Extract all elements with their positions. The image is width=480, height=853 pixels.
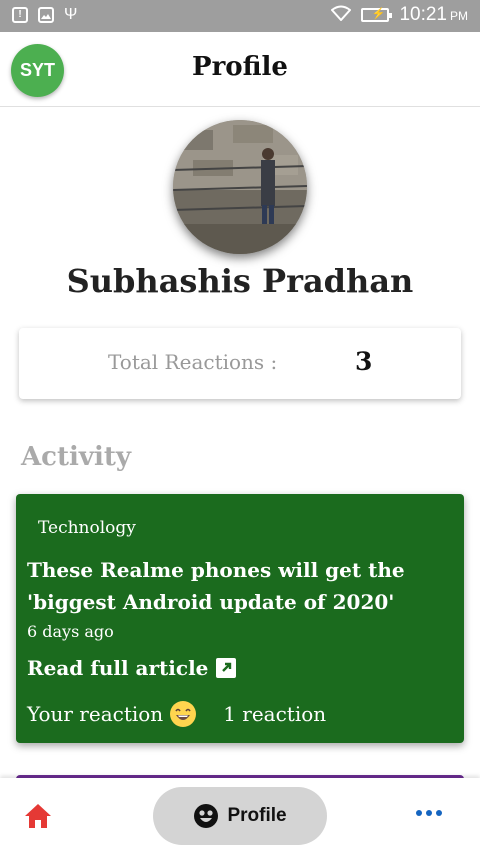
notification-icon: ! [12, 7, 28, 23]
article-headline[interactable]: These Realme phones will get the 'bigges… [27, 554, 452, 618]
status-bar: ! Ψ ⚡ 10:21 PM [0, 0, 480, 32]
image-icon [38, 7, 54, 23]
read-full-article-link[interactable]: Read full article [27, 656, 237, 680]
profile-tab[interactable]: Profile [153, 787, 327, 845]
read-full-article-label: Read full article [27, 656, 209, 680]
clock: 10:21 PM [399, 4, 468, 25]
user-name: Subhashis Pradhan [66, 262, 414, 300]
smiley-emoji-icon[interactable] [169, 700, 197, 728]
activity-article-card[interactable]: Technology These Realme phones will get … [16, 494, 464, 743]
reaction-row: Your reaction 1 reaction [27, 700, 326, 728]
your-reaction-label: Your reaction [27, 702, 164, 726]
page-title: Profile [192, 52, 288, 82]
profile-tab-label: Profile [227, 805, 287, 826]
external-link-icon [216, 658, 237, 678]
total-reactions-card: Total Reactions : 3 [19, 328, 461, 399]
profile-face-icon [193, 803, 219, 829]
profile-photo [173, 120, 307, 254]
activity-section-title: Activity [21, 442, 131, 472]
more-dots-icon[interactable] [416, 810, 442, 820]
total-reactions-label: Total Reactions : [108, 350, 278, 374]
usb-icon: Ψ [64, 6, 78, 23]
article-time-ago: 6 days ago [27, 622, 114, 641]
article-category: Technology [38, 518, 136, 538]
total-reactions-count: 3 [355, 347, 373, 376]
wifi-icon [330, 5, 352, 26]
bottom-navigation: Profile [0, 778, 480, 853]
reaction-count: 1 reaction [223, 702, 327, 726]
home-icon[interactable] [24, 803, 52, 829]
battery-icon: ⚡ [361, 8, 393, 22]
app-header: SYT Profile [0, 32, 480, 107]
